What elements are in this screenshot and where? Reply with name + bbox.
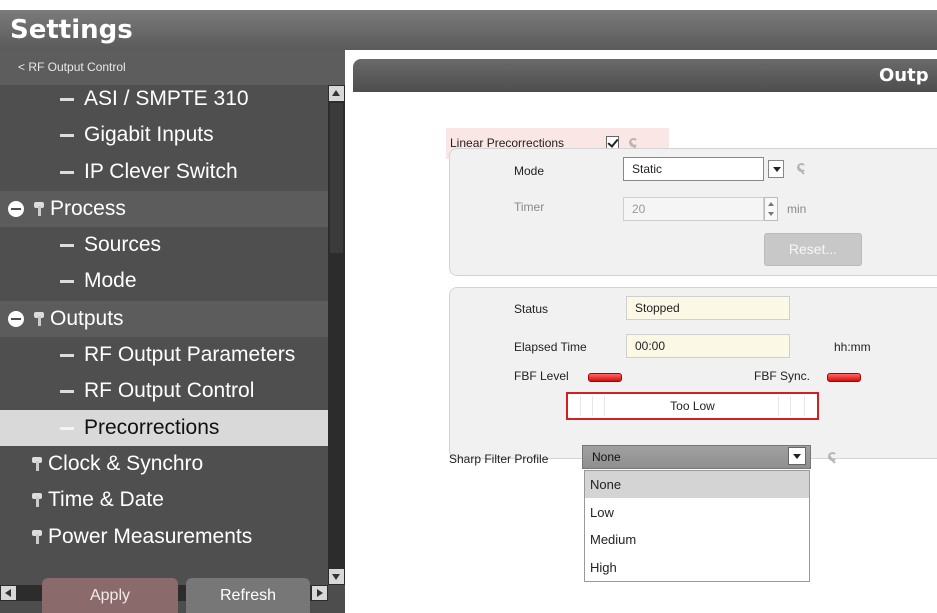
fbf-sync-indicator [827, 373, 861, 382]
section-title: Outp [879, 65, 929, 86]
tree-item-asi-smpte[interactable]: ASI / SMPTE 310 [0, 85, 328, 117]
tree-item-label: Process [50, 197, 126, 220]
dropdown-option-none[interactable]: None [585, 471, 809, 498]
tree-item-label: Gigabit Inputs [84, 123, 214, 146]
tree-item-label: Power Measurements [48, 525, 253, 548]
tree-item-time-date[interactable]: Time & Date [0, 482, 328, 518]
chevron-down-icon[interactable] [768, 160, 784, 178]
status-label: Status [514, 302, 549, 316]
elapsed-time-unit: hh:mm [834, 340, 871, 354]
navigation-tree: ASI / SMPTE 310 Gigabit Inputs IP Clever… [0, 85, 328, 585]
elapsed-time-value: 00:00 [626, 334, 790, 358]
timer-input[interactable]: 20 [623, 197, 764, 221]
tree-item-power-measurements[interactable]: Power Measurements [0, 519, 328, 555]
folder-flag-icon [32, 530, 42, 545]
branch-dash-icon [60, 97, 74, 101]
timer-label: Timer [514, 200, 545, 214]
dropdown-option-high[interactable]: High [585, 554, 809, 581]
folder-flag-icon [32, 493, 42, 508]
tree-item-outputs[interactable]: Outputs [0, 301, 328, 337]
timer-stepper[interactable] [764, 197, 778, 221]
tree-item-rf-output-parameters[interactable]: RF Output Parameters [0, 337, 328, 373]
branch-dash-icon [60, 279, 74, 283]
status-value: Stopped [626, 296, 790, 320]
fbf-sync-label: FBF Sync. [754, 369, 811, 383]
tree-item-label: RF Output Parameters [84, 343, 296, 366]
collapse-icon[interactable] [8, 311, 24, 328]
tree-item-label: Time & Date [48, 488, 164, 511]
tree-item-gigabit-inputs[interactable]: Gigabit Inputs [0, 117, 328, 153]
wrench-icon[interactable] [826, 452, 838, 464]
level-meter-text: Too Low [670, 399, 715, 413]
apply-button[interactable]: Apply [42, 578, 178, 613]
scrollbar-thumb[interactable] [330, 103, 343, 253]
sharp-filter-profile-label: Sharp Filter Profile [449, 452, 549, 466]
folder-flag-icon [34, 202, 44, 217]
fbf-level-label: FBF Level [514, 369, 569, 383]
status-panel: Status Stopped Elapsed Time 00:00 hh:mm … [449, 287, 937, 459]
tree-item-label: Mode [84, 269, 137, 292]
wrench-icon[interactable] [795, 163, 807, 175]
mode-select[interactable]: Static [623, 157, 764, 181]
mode-panel: Mode Static Timer 20 min Reset... [449, 148, 937, 276]
scroll-up-icon[interactable] [329, 86, 344, 101]
tree-item-label: IP Clever Switch [84, 160, 238, 183]
reset-button[interactable]: Reset... [764, 233, 862, 266]
tree-item-process[interactable]: Process [0, 191, 328, 227]
tree-item-mode[interactable]: Mode [0, 263, 328, 299]
refresh-button[interactable]: Refresh [186, 578, 310, 613]
tree-item-ip-clever-switch[interactable]: IP Clever Switch [0, 154, 328, 190]
elapsed-time-label: Elapsed Time [514, 340, 587, 354]
tree-item-label: ASI / SMPTE 310 [84, 87, 249, 110]
tree-item-precorrections[interactable]: Precorrections [0, 410, 328, 446]
scroll-left-icon[interactable] [1, 586, 16, 600]
folder-flag-icon [34, 312, 44, 327]
scroll-down-icon[interactable] [329, 569, 344, 584]
tree-item-label: Sources [84, 233, 162, 256]
dropdown-option-medium[interactable]: Medium [585, 526, 809, 553]
sidebar: < RF Output Control ASI / SMPTE 310 Giga… [0, 50, 345, 613]
tree-item-clock-synchro[interactable]: Clock & Synchro [0, 446, 328, 482]
sharp-filter-dropdown-menu: None Low Medium High [584, 470, 810, 582]
branch-dash-icon [60, 243, 74, 247]
sharp-filter-profile-select[interactable]: None [582, 445, 811, 469]
branch-dash-icon [60, 133, 74, 137]
section-header: Outp [353, 59, 937, 92]
level-meter: Too Low [566, 392, 819, 420]
main-content: Outp Linear Precorrections Mode Static T… [345, 50, 937, 613]
top-margin [0, 0, 937, 10]
chevron-down-icon[interactable] [788, 447, 806, 465]
collapse-icon[interactable] [8, 201, 24, 218]
app-title: Settings [0, 10, 937, 50]
tree-item-label: RF Output Control [84, 379, 255, 402]
branch-dash-icon [60, 389, 74, 393]
folder-flag-icon [32, 457, 42, 472]
fbf-level-indicator [588, 373, 622, 382]
vertical-scrollbar[interactable] [328, 85, 345, 585]
tree-item-label: Clock & Synchro [48, 452, 204, 475]
back-link[interactable]: < RF Output Control [0, 50, 345, 85]
dropdown-option-low[interactable]: Low [585, 499, 809, 526]
tree-item-rf-output-control[interactable]: RF Output Control [0, 373, 328, 409]
tree-item-sources[interactable]: Sources [0, 227, 328, 263]
branch-dash-icon [60, 426, 74, 430]
branch-dash-icon [60, 353, 74, 357]
branch-dash-icon [60, 170, 74, 174]
scroll-right-icon[interactable] [312, 586, 327, 600]
tree-item-label: Precorrections [84, 416, 220, 439]
timer-unit: min [787, 202, 807, 216]
tree-item-label: Outputs [50, 307, 124, 330]
mode-label: Mode [514, 164, 545, 178]
